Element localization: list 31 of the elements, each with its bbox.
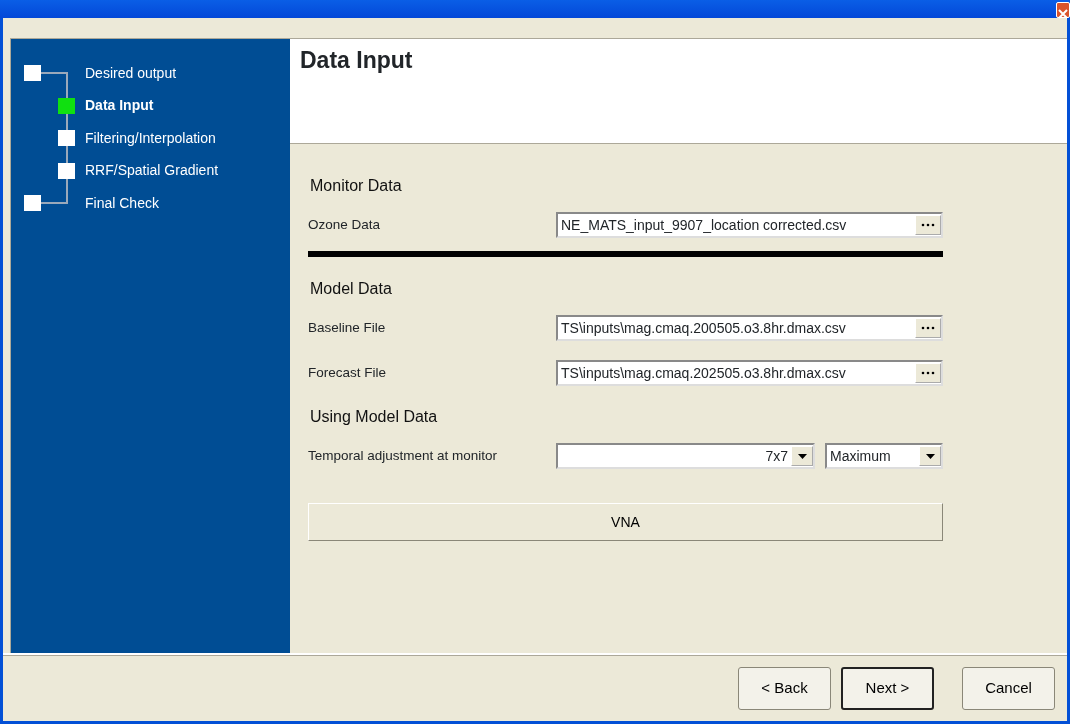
close-icon[interactable] bbox=[1056, 2, 1070, 18]
field-label: Baseline File bbox=[308, 318, 387, 337]
wizard-button[interactable]: < Back bbox=[738, 666, 831, 710]
step-label[interactable]: Filtering/Interpolation bbox=[85, 127, 216, 149]
dropdown-arrow-icon bbox=[925, 453, 935, 459]
step-label[interactable]: Final Check bbox=[85, 192, 159, 214]
wizard-button[interactable]: Cancel bbox=[962, 666, 1055, 710]
page-title: Data Input bbox=[300, 47, 414, 75]
vna-button[interactable]: VNA bbox=[308, 503, 943, 541]
field-label: Temporal adjustment at monitor bbox=[308, 446, 499, 465]
browse-button[interactable] bbox=[915, 318, 941, 338]
wizard-button[interactable]: Next > bbox=[841, 666, 934, 710]
step-label[interactable]: RRF/Spatial Gradient bbox=[85, 160, 219, 182]
file-path-field[interactable]: TS\inputs\mag.cmaq.200505.o3.8hr.dmax.csv bbox=[556, 315, 943, 341]
dropdown-arrow-icon bbox=[797, 453, 807, 459]
file-path-field[interactable]: NE_MATS_input_9907_location corrected.csv bbox=[556, 212, 943, 238]
step-label[interactable]: Data Input bbox=[85, 95, 154, 117]
ellipsis-icon bbox=[921, 223, 935, 227]
ellipsis-icon bbox=[921, 371, 935, 375]
dropdown[interactable]: 7x7 bbox=[556, 443, 815, 469]
file-path-field[interactable]: TS\inputs\mag.cmaq.202505.o3.8hr.dmax.csv bbox=[556, 360, 943, 386]
field-label: Ozone Data bbox=[308, 215, 382, 234]
section-heading: Monitor Data bbox=[310, 176, 403, 196]
browse-button[interactable] bbox=[915, 215, 941, 235]
section-heading: Model Data bbox=[310, 279, 393, 299]
browse-button[interactable] bbox=[915, 363, 941, 383]
dropdown[interactable]: Maximum bbox=[825, 443, 943, 469]
section-heading: Using Model Data bbox=[310, 407, 439, 427]
ellipsis-icon bbox=[921, 326, 935, 330]
step-label[interactable]: Desired output bbox=[85, 62, 177, 84]
field-label: Forecast File bbox=[308, 363, 388, 382]
